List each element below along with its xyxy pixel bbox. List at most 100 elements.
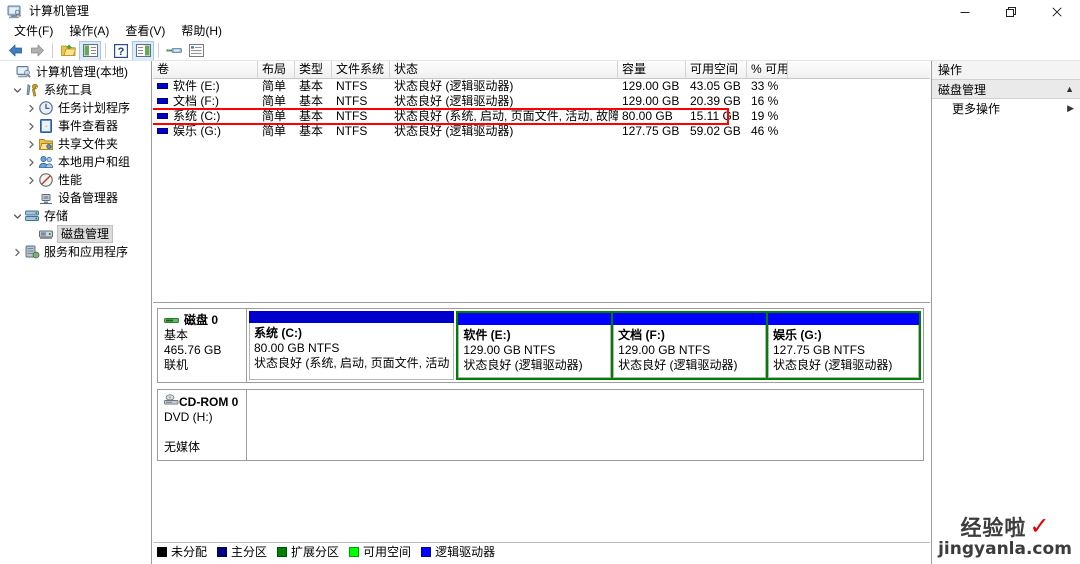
sidebar-item-system-tools[interactable]: 系统工具 (0, 81, 151, 99)
column-header-volume[interactable]: 卷 (153, 61, 258, 78)
partition-color-bar (768, 313, 919, 325)
chevron-right-icon[interactable] (24, 117, 38, 135)
partition-color-bar (458, 313, 612, 325)
legend-label: 未分配 (171, 545, 208, 559)
sidebar-item-label: 共享文件夹 (58, 137, 119, 151)
cell-type: 基本 (299, 94, 324, 108)
cdrom-state: 无媒体 (164, 440, 201, 454)
menu-file[interactable]: 文件(F) (6, 23, 61, 40)
toolbar: ? (0, 40, 1080, 61)
menu-action[interactable]: 操作(A) (61, 23, 117, 40)
chevron-right-icon[interactable] (24, 99, 38, 117)
action-more-actions[interactable]: 更多操作 ▶ (932, 99, 1080, 118)
column-header-filesystem[interactable]: 文件系统 (332, 61, 390, 78)
partition-entertainment-g[interactable]: 娱乐 (G:) 127.75 GB NTFS 状态良好 (逻辑驱动器) (768, 313, 919, 378)
table-row[interactable]: 软件 (E:) 简单 基本 NTFS 状态良好 (逻辑驱动器) 129.00 G… (153, 79, 930, 94)
cell-layout: 简单 (262, 94, 287, 108)
actions-group-disk-management[interactable]: 磁盘管理 ▲ (932, 80, 1080, 99)
column-header-type[interactable]: 类型 (295, 61, 332, 78)
partition-name: 文档 (F:) (618, 328, 665, 342)
toolbar-separator (52, 43, 53, 58)
column-header-capacity[interactable]: 容量 (618, 61, 686, 78)
chevron-down-icon[interactable] (10, 81, 24, 99)
menu-view[interactable]: 查看(V) (117, 23, 173, 40)
device-manager-icon (38, 190, 54, 206)
table-row[interactable]: 系统 (C:) 简单 基本 NTFS 状态良好 (系统, 启动, 页面文件, 活… (153, 109, 930, 124)
table-row[interactable]: 娱乐 (G:) 简单 基本 NTFS 状态良好 (逻辑驱动器) 127.75 G… (153, 124, 930, 139)
sidebar-item-services-applications[interactable]: 服务和应用程序 (0, 243, 151, 261)
sidebar-item-label: 系统工具 (44, 83, 93, 97)
disk-type: 基本 (164, 328, 189, 342)
cdrom-empty-area[interactable] (247, 389, 924, 461)
sidebar-item-event-viewer[interactable]: 事件查看器 (0, 117, 151, 135)
disk-management-pane: 卷 布局 类型 文件系统 状态 容量 可用空间 % 可用 软件 (E:) 简单 … (153, 61, 930, 564)
sidebar-item-device-manager[interactable]: 设备管理器 (0, 189, 151, 207)
back-icon[interactable] (4, 41, 26, 61)
cell-free-space: 20.39 GB (690, 94, 741, 108)
refresh-icon[interactable] (163, 41, 185, 61)
partition-status: 状态良好 (系统, 启动, 页面文件, 活动 (254, 356, 450, 370)
chevron-up-icon[interactable]: ▲ (1065, 84, 1074, 94)
console-tree: 计算机管理(本地) 系统工具 任务计划程序 事件查看器 共享文件夹 本地用户和组… (0, 61, 151, 261)
legend-item-logical-drive: 逻辑驱动器 (421, 543, 495, 560)
sidebar-item-label: 磁盘管理 (56, 225, 114, 243)
partition-software-e[interactable]: 软件 (E:) 129.00 GB NTFS 状态良好 (逻辑驱动器) (458, 313, 612, 378)
disk-info-disk0[interactable]: 磁盘 0 基本 465.76 GB 联机 (157, 308, 247, 383)
column-header-percent-free[interactable]: % 可用 (747, 61, 788, 78)
sidebar-item-storage[interactable]: 存储 (0, 207, 151, 225)
cell-percent-free: 46 % (751, 124, 779, 138)
chevron-down-icon[interactable] (10, 207, 24, 225)
disk-icon (164, 315, 179, 327)
help-icon[interactable]: ? (110, 41, 132, 61)
sidebar-item-local-users-groups[interactable]: 本地用户和组 (0, 153, 151, 171)
properties-icon[interactable] (185, 41, 207, 61)
up-folder-icon[interactable] (57, 41, 79, 61)
sidebar-item-disk-management[interactable]: 磁盘管理 (0, 225, 151, 243)
volume-color-chip (157, 127, 168, 134)
minimize-button[interactable] (942, 0, 988, 23)
table-row[interactable]: 文档 (F:) 简单 基本 NTFS 状态良好 (逻辑驱动器) 129.00 G… (153, 94, 930, 109)
actions-pane-header: 操作 (932, 61, 1080, 80)
volume-color-chip (157, 112, 168, 119)
partition-system-c[interactable]: 系统 (C:) 80.00 GB NTFS 状态良好 (系统, 启动, 页面文件… (249, 311, 455, 380)
show-hide-action-pane-icon[interactable] (132, 40, 154, 61)
show-hide-tree-icon[interactable] (79, 40, 101, 61)
partition-name: 软件 (E:) (463, 328, 511, 342)
close-button[interactable] (1034, 0, 1080, 23)
chevron-right-icon[interactable]: ▶ (1067, 103, 1074, 114)
twisty-none (2, 63, 16, 81)
maximize-button[interactable] (988, 0, 1034, 23)
column-header-layout[interactable]: 布局 (258, 61, 295, 78)
chevron-right-icon[interactable] (24, 135, 38, 153)
disk-management-icon (38, 226, 54, 242)
system-tools-icon (24, 82, 40, 98)
actions-pane: 操作 磁盘管理 ▲ 更多操作 ▶ (931, 61, 1080, 564)
cdrom-info[interactable]: CD-ROM 0 DVD (H:) 无媒体 (157, 389, 247, 461)
disk-size: 465.76 GB (164, 343, 222, 357)
column-header-free-space[interactable]: 可用空间 (686, 61, 747, 78)
cell-capacity: 80.00 GB (622, 109, 673, 123)
cell-layout: 简单 (262, 124, 287, 138)
sidebar-item-task-scheduler[interactable]: 任务计划程序 (0, 99, 151, 117)
sidebar-item-shared-folders[interactable]: 共享文件夹 (0, 135, 151, 153)
sidebar-item-label: 本地用户和组 (58, 155, 131, 169)
volume-color-chip (157, 82, 168, 89)
computer-management-icon (7, 4, 23, 20)
menu-help[interactable]: 帮助(H) (173, 23, 230, 40)
forward-icon[interactable] (26, 41, 48, 61)
legend-item-unallocated: 未分配 (157, 543, 207, 560)
graphical-disk-view: 磁盘 0 基本 465.76 GB 联机 系统 (C:) 80.00 GB NT… (153, 304, 930, 548)
cell-percent-free: 19 % (751, 109, 779, 123)
chevron-right-icon[interactable] (10, 243, 24, 261)
chevron-right-icon[interactable] (24, 171, 38, 189)
partition-documents-f[interactable]: 文档 (F:) 129.00 GB NTFS 状态良好 (逻辑驱动器) (613, 313, 766, 378)
cdrom-name: CD-ROM 0 (179, 394, 239, 409)
column-header-status[interactable]: 状态 (390, 61, 618, 78)
chevron-right-icon[interactable] (24, 153, 38, 171)
toolbar-separator-2 (105, 43, 106, 58)
cell-volume: 娱乐 (G:) (173, 124, 221, 138)
partition-status: 状态良好 (逻辑驱动器) (618, 358, 738, 372)
sidebar-item-performance[interactable]: 性能 (0, 171, 151, 189)
legend-swatch (157, 546, 167, 557)
sidebar-item-computer-management[interactable]: 计算机管理(本地) (0, 63, 151, 81)
